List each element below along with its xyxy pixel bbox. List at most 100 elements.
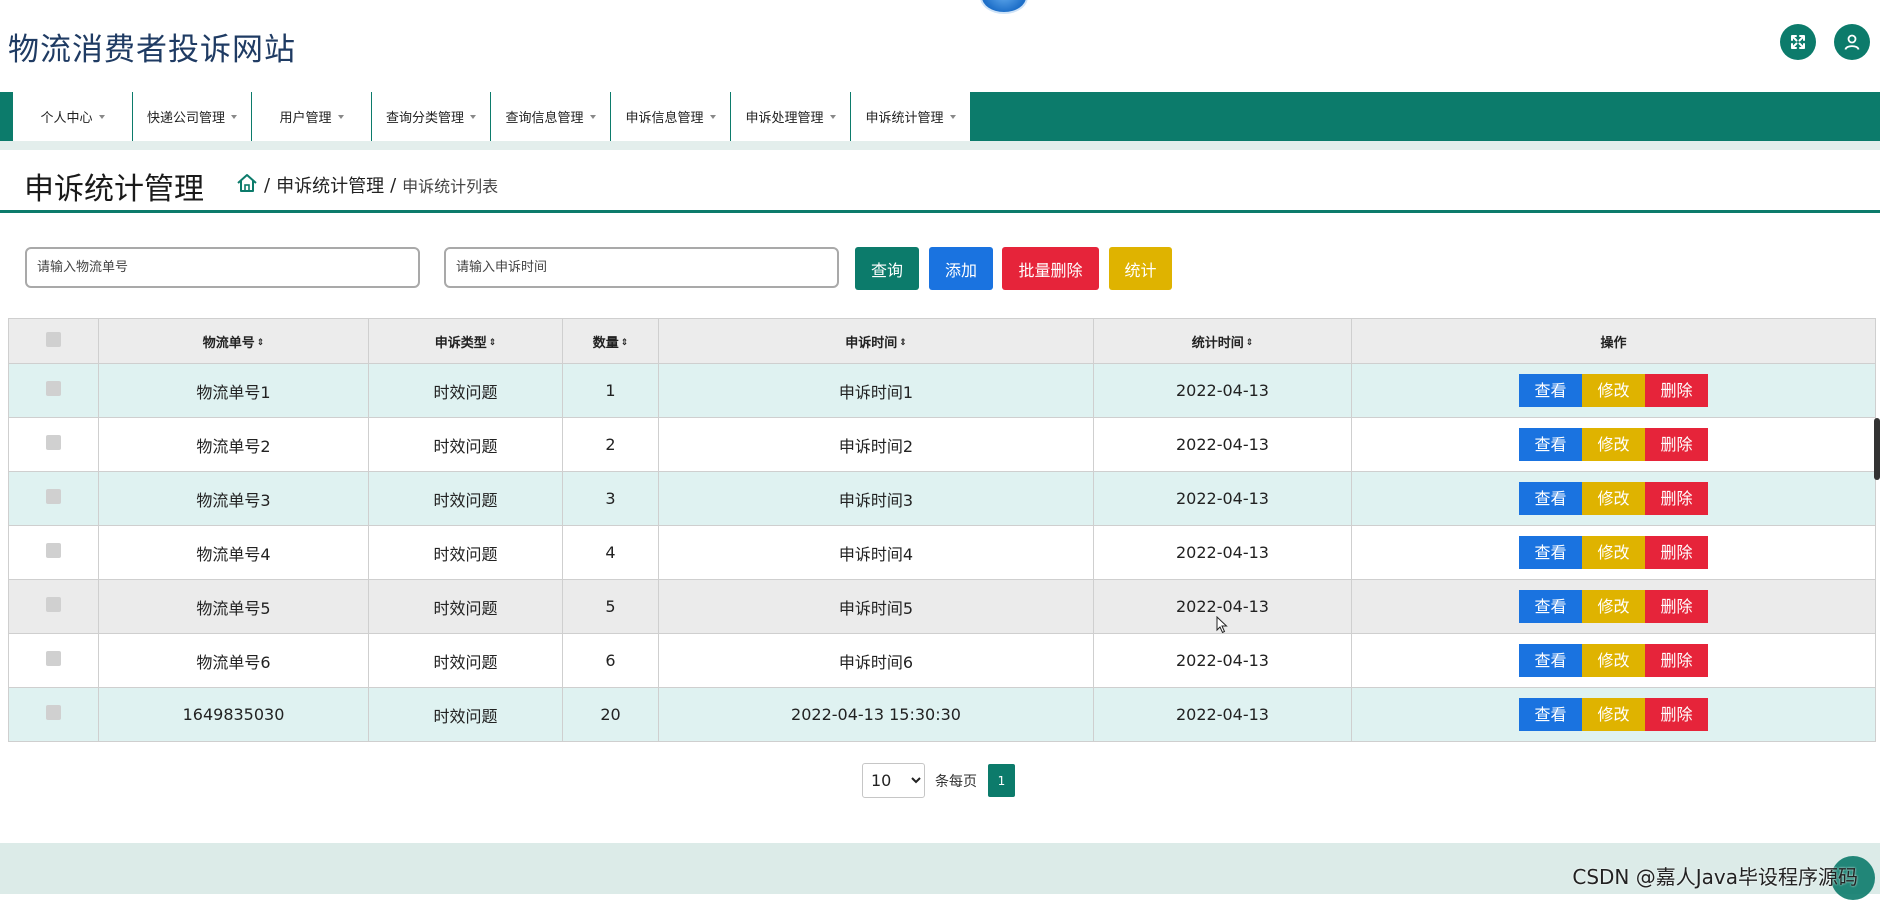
row-select-cell: [8, 363, 99, 418]
nav-item-appeal-stats[interactable]: 申诉统计管理: [851, 92, 971, 141]
title-divider: [0, 210, 1880, 213]
tracking-number-search-input[interactable]: [25, 247, 420, 288]
caret-down-icon: [589, 114, 596, 119]
edit-button[interactable]: 修改: [1582, 536, 1645, 569]
edit-button[interactable]: 修改: [1582, 374, 1645, 407]
edit-button[interactable]: 修改: [1582, 428, 1645, 461]
type-cell: 时效问题: [368, 363, 563, 418]
column-header-count[interactable]: 数量 ⇕: [562, 318, 659, 364]
batch-delete-button[interactable]: 批量删除: [1002, 247, 1099, 290]
select-all-checkbox[interactable]: [46, 331, 61, 347]
type-cell: 时效问题: [368, 525, 563, 580]
view-button[interactable]: 查看: [1519, 428, 1582, 461]
delete-button[interactable]: 删除: [1645, 374, 1708, 407]
table-header-row: 物流单号 ⇕ 申诉类型 ⇕ 数量 ⇕ 申诉时间 ⇕ 统计时间 ⇕ 操作: [8, 318, 1876, 364]
nav-shadow: [0, 141, 1880, 150]
tracking-cell: 物流单号5: [98, 579, 369, 634]
user-button[interactable]: [1834, 24, 1870, 60]
view-button[interactable]: 查看: [1519, 590, 1582, 623]
fullscreen-button[interactable]: [1780, 24, 1816, 60]
page-button-1[interactable]: 1: [988, 764, 1015, 797]
caret-down-icon: [829, 114, 836, 119]
sort-icon: ⇕: [488, 338, 497, 348]
row-select-cell: [8, 579, 99, 634]
delete-button[interactable]: 删除: [1645, 644, 1708, 677]
per-page-label: 条每页: [935, 773, 977, 790]
add-button[interactable]: 添加: [929, 247, 993, 290]
delete-button[interactable]: 删除: [1645, 428, 1708, 461]
appeal-time-cell: 申诉时间2: [658, 417, 1094, 472]
delete-button[interactable]: 删除: [1645, 536, 1708, 569]
appeal-time-cell: 申诉时间1: [658, 363, 1094, 418]
tracking-cell: 物流单号2: [98, 417, 369, 472]
nav-item-query-category[interactable]: 查询分类管理: [372, 92, 491, 141]
table-row: 1649835030 时效问题 20 2022-04-13 15:30:30 2…: [8, 687, 1876, 742]
delete-button[interactable]: 删除: [1645, 482, 1708, 515]
home-icon[interactable]: [236, 173, 258, 198]
view-button[interactable]: 查看: [1519, 698, 1582, 731]
column-header-tracking[interactable]: 物流单号 ⇕: [98, 318, 369, 364]
nav-item-query-info[interactable]: 查询信息管理: [491, 92, 611, 141]
count-cell: 6: [562, 633, 659, 688]
column-header-appeal-time[interactable]: 申诉时间 ⇕: [658, 318, 1094, 364]
type-cell: 时效问题: [368, 633, 563, 688]
actions-cell: 查看 修改 删除: [1351, 417, 1876, 472]
statistics-button[interactable]: 统计: [1109, 247, 1172, 290]
row-checkbox[interactable]: [46, 705, 61, 720]
table-row: 物流单号5 时效问题 5 申诉时间5 2022-04-13 查看 修改 删除: [8, 579, 1876, 634]
edit-button[interactable]: 修改: [1582, 644, 1645, 677]
caret-down-icon: [98, 114, 105, 119]
nav-item-appeal-info[interactable]: 申诉信息管理: [611, 92, 731, 141]
column-header-stat-time[interactable]: 统计时间 ⇕: [1093, 318, 1352, 364]
table-row: 物流单号2 时效问题 2 申诉时间2 2022-04-13 查看 修改 删除: [8, 417, 1876, 472]
column-header-type[interactable]: 申诉类型 ⇕: [368, 318, 563, 364]
page-title: 申诉统计管理: [24, 172, 204, 207]
row-checkbox[interactable]: [46, 597, 61, 612]
row-select-cell: [8, 417, 99, 472]
sort-icon: ⇕: [899, 338, 907, 348]
stat-time-cell: 2022-04-13: [1093, 525, 1352, 580]
count-cell: 20: [562, 687, 659, 742]
scrollbar-thumb[interactable]: [1874, 418, 1880, 480]
stat-time-cell: 2022-04-13: [1093, 633, 1352, 688]
nav-item-appeal-handling[interactable]: 申诉处理管理: [731, 92, 851, 141]
nav-item-personal-center[interactable]: 个人中心: [13, 92, 133, 141]
tracking-cell: 物流单号1: [98, 363, 369, 418]
breadcrumb-separator: /: [390, 174, 397, 196]
row-checkbox[interactable]: [46, 651, 61, 666]
type-cell: 时效问题: [368, 687, 563, 742]
query-button[interactable]: 查询: [855, 247, 919, 290]
tracking-cell: 1649835030: [98, 687, 369, 742]
top-header: 物流消费者投诉网站: [0, 0, 1880, 92]
caret-down-icon: [470, 114, 476, 119]
delete-button[interactable]: 删除: [1645, 698, 1708, 731]
page-size-select[interactable]: 10: [862, 763, 925, 798]
row-checkbox[interactable]: [46, 543, 61, 558]
column-header-actions: 操作: [1351, 318, 1876, 364]
delete-button[interactable]: 删除: [1645, 590, 1708, 623]
appeal-time-search-input[interactable]: [444, 247, 839, 288]
row-checkbox[interactable]: [46, 435, 61, 450]
view-button[interactable]: 查看: [1519, 536, 1582, 569]
tracking-cell: 物流单号4: [98, 525, 369, 580]
edit-button[interactable]: 修改: [1582, 482, 1645, 515]
view-button[interactable]: 查看: [1519, 644, 1582, 677]
table-row: 物流单号4 时效问题 4 申诉时间4 2022-04-13 查看 修改 删除: [8, 525, 1876, 580]
nav-item-courier-company[interactable]: 快递公司管理: [133, 92, 252, 141]
view-button[interactable]: 查看: [1519, 482, 1582, 515]
watermark: CSDN @嘉人Java毕设程序源码: [1572, 865, 1858, 889]
row-checkbox[interactable]: [46, 489, 61, 504]
nav-item-users[interactable]: 用户管理: [252, 92, 372, 141]
floating-widget[interactable]: [980, 0, 1028, 14]
sort-icon: ⇕: [256, 338, 265, 348]
appeal-time-cell: 2022-04-13 15:30:30: [658, 687, 1094, 742]
edit-button[interactable]: 修改: [1582, 590, 1645, 623]
tracking-cell: 物流单号6: [98, 633, 369, 688]
row-checkbox[interactable]: [46, 381, 61, 396]
sort-icon: ⇕: [1245, 338, 1254, 348]
breadcrumb-item-appeal-stats[interactable]: 申诉统计管理: [276, 172, 384, 198]
type-cell: 时效问题: [368, 471, 563, 526]
edit-button[interactable]: 修改: [1582, 698, 1645, 731]
stat-time-cell: 2022-04-13: [1093, 471, 1352, 526]
view-button[interactable]: 查看: [1519, 374, 1582, 407]
